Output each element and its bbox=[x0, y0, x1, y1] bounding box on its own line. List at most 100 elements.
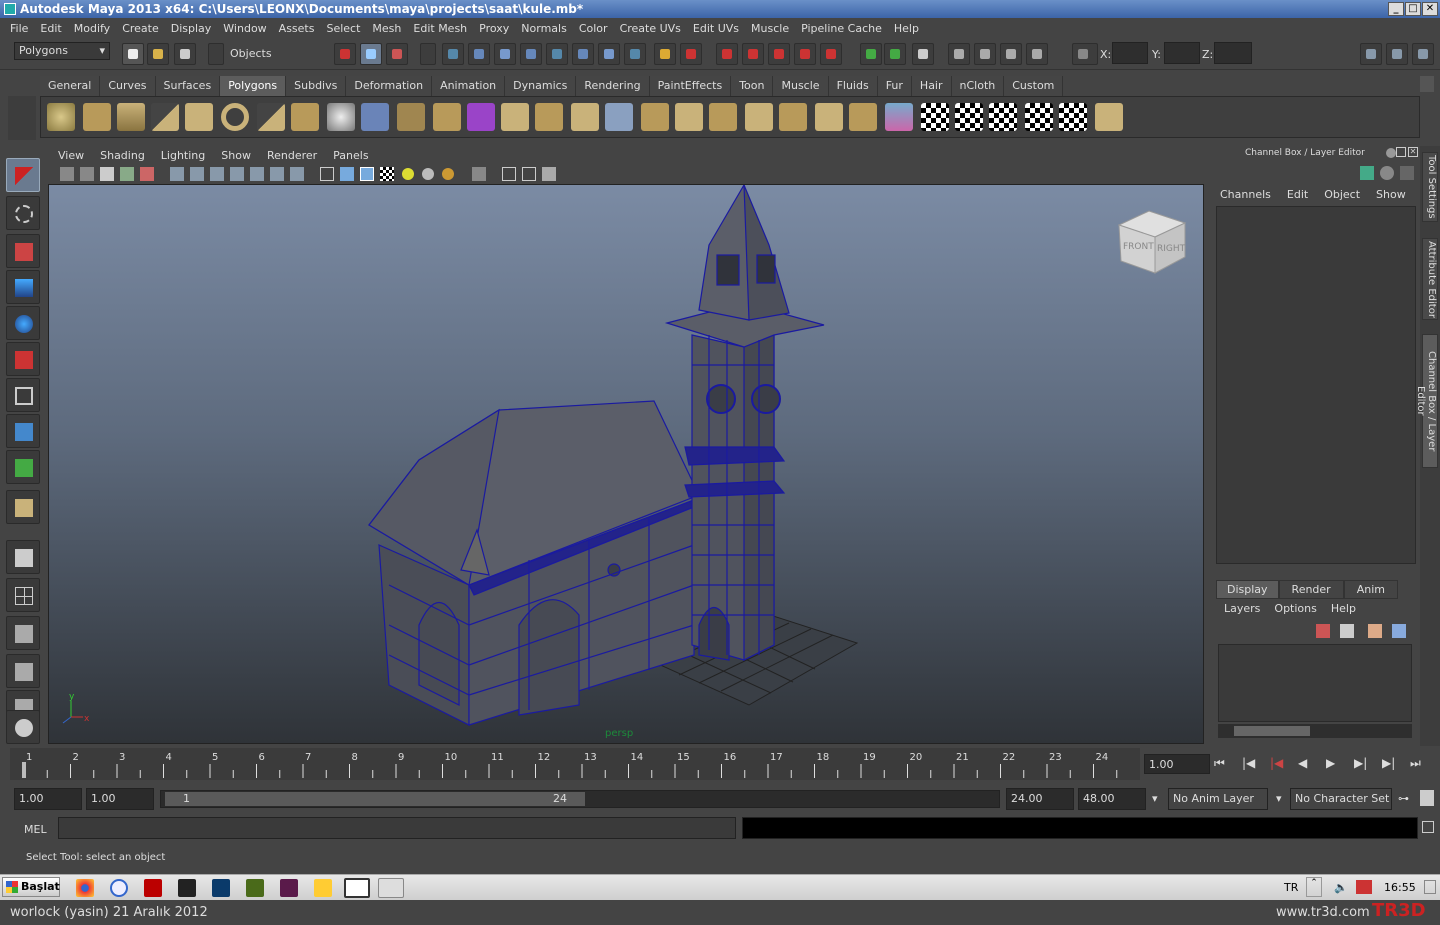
channel-box-tools-icon[interactable] bbox=[1360, 166, 1374, 180]
snap-grid-icon[interactable] bbox=[442, 43, 464, 65]
viewport-menu-shading[interactable]: Shading bbox=[92, 149, 153, 162]
film-gate-icon[interactable] bbox=[190, 167, 204, 181]
float-panel-icon[interactable] bbox=[1386, 148, 1396, 158]
close-button[interactable]: ✕ bbox=[1422, 2, 1438, 16]
input-line-mode-icon[interactable] bbox=[884, 43, 906, 65]
range-slider-handle[interactable]: 1 24 bbox=[165, 792, 585, 806]
extrude-icon[interactable] bbox=[501, 103, 529, 131]
separate-icon[interactable] bbox=[397, 103, 425, 131]
uv-editor-icon[interactable] bbox=[1059, 103, 1087, 131]
menu-assets[interactable]: Assets bbox=[273, 22, 321, 35]
select-component-icon[interactable] bbox=[386, 43, 408, 65]
layout-four-panes-icon[interactable] bbox=[6, 578, 40, 612]
volume-icon[interactable]: 🔈 bbox=[1334, 881, 1348, 894]
menu-file[interactable]: File bbox=[4, 22, 34, 35]
split-polygon-icon[interactable] bbox=[605, 103, 633, 131]
network-icon[interactable] bbox=[1356, 880, 1372, 894]
shelf-tab-animation[interactable]: Animation bbox=[432, 76, 506, 96]
merge-icon[interactable] bbox=[709, 103, 737, 131]
mask-dropdown-icon[interactable] bbox=[420, 43, 436, 65]
shelf-tab-polygons[interactable]: Polygons bbox=[220, 76, 287, 96]
toggle-channel-box-icon[interactable] bbox=[1412, 43, 1434, 65]
grid-icon[interactable] bbox=[170, 167, 184, 181]
shelf-tab-curves[interactable]: Curves bbox=[100, 76, 156, 96]
layout-single-pane-icon[interactable] bbox=[6, 540, 40, 574]
chrome-icon[interactable] bbox=[76, 879, 94, 897]
quadrangulate-icon[interactable] bbox=[849, 103, 877, 131]
maximize-panel-icon[interactable] bbox=[1396, 147, 1406, 157]
shelf-tab-ncloth[interactable]: nCloth bbox=[951, 76, 1005, 96]
cylindrical-mapping-icon[interactable] bbox=[955, 103, 983, 131]
fireworks-icon[interactable] bbox=[178, 879, 196, 897]
channel-box-pin-icon[interactable] bbox=[1400, 166, 1414, 180]
lock-icon[interactable] bbox=[654, 43, 676, 65]
menuset-dropdown[interactable]: Polygons ▾ bbox=[14, 42, 110, 60]
menu-muscle[interactable]: Muscle bbox=[745, 22, 795, 35]
textured-icon[interactable] bbox=[380, 167, 394, 181]
default-lighting-icon[interactable] bbox=[402, 168, 414, 180]
select-tool-icon[interactable] bbox=[6, 158, 40, 192]
all-lights-icon[interactable] bbox=[422, 168, 434, 180]
smooth-shade-icon[interactable] bbox=[340, 167, 354, 181]
toggle-tool-settings-icon[interactable] bbox=[1386, 43, 1408, 65]
poly-sphere-icon[interactable] bbox=[47, 103, 75, 131]
shelf-menu-handle[interactable] bbox=[8, 96, 36, 140]
insert-edge-loop-icon[interactable] bbox=[641, 103, 669, 131]
start-button[interactable]: Başlat bbox=[2, 877, 60, 897]
playback-end-field[interactable]: 24.00 bbox=[1006, 788, 1074, 810]
explorer-icon[interactable] bbox=[314, 879, 332, 897]
film-icon[interactable] bbox=[1000, 43, 1022, 65]
viewport-menu-panels[interactable]: Panels bbox=[325, 149, 376, 162]
new-scene-icon[interactable] bbox=[122, 43, 144, 65]
poly-cube-icon[interactable] bbox=[83, 103, 111, 131]
hypershade-icon[interactable] bbox=[820, 43, 842, 65]
snap-point-icon[interactable] bbox=[494, 43, 516, 65]
scripts-icon[interactable] bbox=[6, 710, 40, 744]
shelf-tab-dynamics[interactable]: Dynamics bbox=[505, 76, 577, 96]
render-current-icon[interactable] bbox=[742, 43, 764, 65]
step-forward-key-icon[interactable]: ▶| bbox=[1382, 756, 1400, 772]
viewport-menu-lighting[interactable]: Lighting bbox=[153, 149, 213, 162]
planar-mapping-icon[interactable] bbox=[921, 103, 949, 131]
show-manipulator-icon[interactable] bbox=[6, 450, 40, 484]
new-layer-icon[interactable] bbox=[1316, 624, 1330, 638]
menu-mesh[interactable]: Mesh bbox=[366, 22, 407, 35]
history-icon[interactable] bbox=[680, 43, 702, 65]
menu-proxy[interactable]: Proxy bbox=[473, 22, 515, 35]
side-tab-channel-box[interactable]: Channel Box / Layer Editor bbox=[1415, 334, 1438, 468]
shelf-tab-toon[interactable]: Toon bbox=[731, 76, 774, 96]
menu-normals[interactable]: Normals bbox=[515, 22, 573, 35]
xray-joints-icon[interactable] bbox=[522, 167, 536, 181]
messenger-icon[interactable] bbox=[110, 879, 128, 897]
resolution-gate-icon[interactable] bbox=[210, 167, 224, 181]
shelf-tab-fur[interactable]: Fur bbox=[877, 76, 912, 96]
safe-action-icon[interactable] bbox=[270, 167, 284, 181]
poly-soccer-ball-icon[interactable] bbox=[327, 103, 355, 131]
two-d-pan-zoom-icon[interactable] bbox=[140, 167, 154, 181]
open-scene-icon[interactable] bbox=[147, 43, 169, 65]
menu-edit-mesh[interactable]: Edit Mesh bbox=[407, 22, 473, 35]
character-set-dropdown[interactable]: No Character Set bbox=[1290, 788, 1392, 810]
step-back-key-icon[interactable]: |◀ bbox=[1270, 756, 1288, 772]
chevron-up-icon[interactable]: ⌃ bbox=[1306, 877, 1322, 897]
poly-torus-icon[interactable] bbox=[221, 103, 249, 131]
layer-tab-render[interactable]: Render bbox=[1278, 580, 1344, 599]
isolate-select-icon[interactable] bbox=[472, 167, 486, 181]
channel-list[interactable] bbox=[1216, 206, 1416, 564]
poly-plane-icon[interactable] bbox=[185, 103, 213, 131]
menu-create-uvs[interactable]: Create UVs bbox=[614, 22, 687, 35]
save-scene-icon[interactable] bbox=[174, 43, 196, 65]
clipboard-icon[interactable] bbox=[912, 43, 934, 65]
uv-layout-icon[interactable] bbox=[1095, 103, 1123, 131]
snap-surface-icon[interactable] bbox=[546, 43, 568, 65]
smooth-icon[interactable] bbox=[433, 103, 461, 131]
menu-window[interactable]: Window bbox=[217, 22, 272, 35]
paint-select-tool-icon[interactable] bbox=[6, 234, 40, 268]
transform-mode-icon[interactable] bbox=[1072, 43, 1098, 65]
x-field[interactable] bbox=[1112, 42, 1148, 64]
side-tab-tool-settings[interactable]: Tool Settings bbox=[1422, 152, 1438, 222]
automatic-mapping-icon[interactable] bbox=[1025, 103, 1053, 131]
shelf-tab-subdivs[interactable]: Subdivs bbox=[286, 76, 347, 96]
command-language-label[interactable]: MEL bbox=[24, 823, 47, 836]
select-hierarchy-icon[interactable] bbox=[334, 43, 356, 65]
